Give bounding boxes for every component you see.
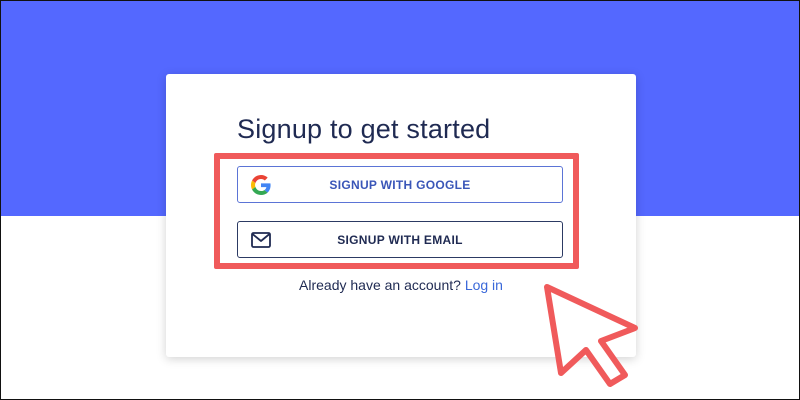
screenshot-frame: Signup to get started SIGNUP WITH GOOGLE bbox=[0, 0, 800, 400]
highlight-box bbox=[214, 153, 579, 269]
mouse-pointer-icon bbox=[541, 283, 641, 388]
login-prompt-text: Already have an account? bbox=[299, 277, 461, 293]
page-title: Signup to get started bbox=[237, 114, 491, 144]
login-link[interactable]: Log in bbox=[465, 277, 503, 293]
